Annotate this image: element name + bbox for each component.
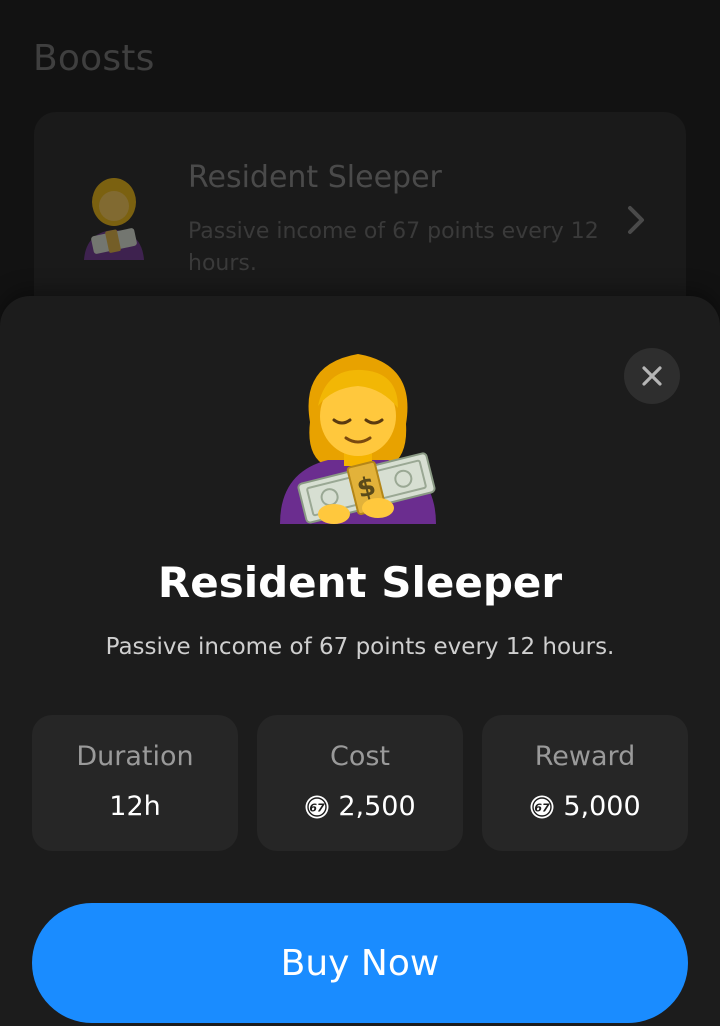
boost-title: Resident Sleeper (157, 558, 563, 607)
coin-67-icon: 67 (305, 795, 329, 818)
buy-now-button[interactable]: Buy Now (32, 903, 688, 1023)
close-button[interactable] (624, 348, 680, 404)
stat-cost: Cost 67 2,500 (257, 715, 463, 851)
stat-value: 12h (109, 791, 161, 822)
boost-card-title: Resident Sleeper (188, 160, 442, 195)
woman-with-money-icon: $ (280, 354, 436, 524)
stat-label: Cost (329, 741, 391, 772)
stat-value-row: 67 5,000 (482, 791, 688, 822)
stat-value: 2,500 (338, 791, 416, 822)
page-title: Boosts (33, 38, 155, 79)
boost-detail-screen: Boosts Resident Sleeper Passive income o… (0, 0, 720, 1026)
coin-label: 67 (310, 801, 326, 814)
stat-value-row: 12h (32, 791, 238, 822)
stat-duration: Duration 12h (32, 715, 238, 851)
stat-reward: Reward 67 5,000 (482, 715, 688, 851)
boost-card-description: Passive income of 67 points every 12 hou… (188, 219, 599, 276)
stat-label: Reward (534, 741, 636, 772)
boost-detail-sheet: $ Resident Sleeper Passive income of 67 … (0, 296, 720, 1026)
coin-label: 67 (535, 801, 551, 814)
coin-67-icon: 67 (530, 795, 554, 818)
stat-label: Duration (76, 741, 194, 772)
stat-value-row: 67 2,500 (257, 791, 463, 822)
stat-value: 5,000 (563, 791, 641, 822)
boost-description: Passive income of 67 points every 12 hou… (105, 634, 615, 660)
woman-with-money-icon (84, 178, 144, 260)
close-icon (642, 366, 662, 386)
chevron-right-icon (628, 206, 644, 234)
